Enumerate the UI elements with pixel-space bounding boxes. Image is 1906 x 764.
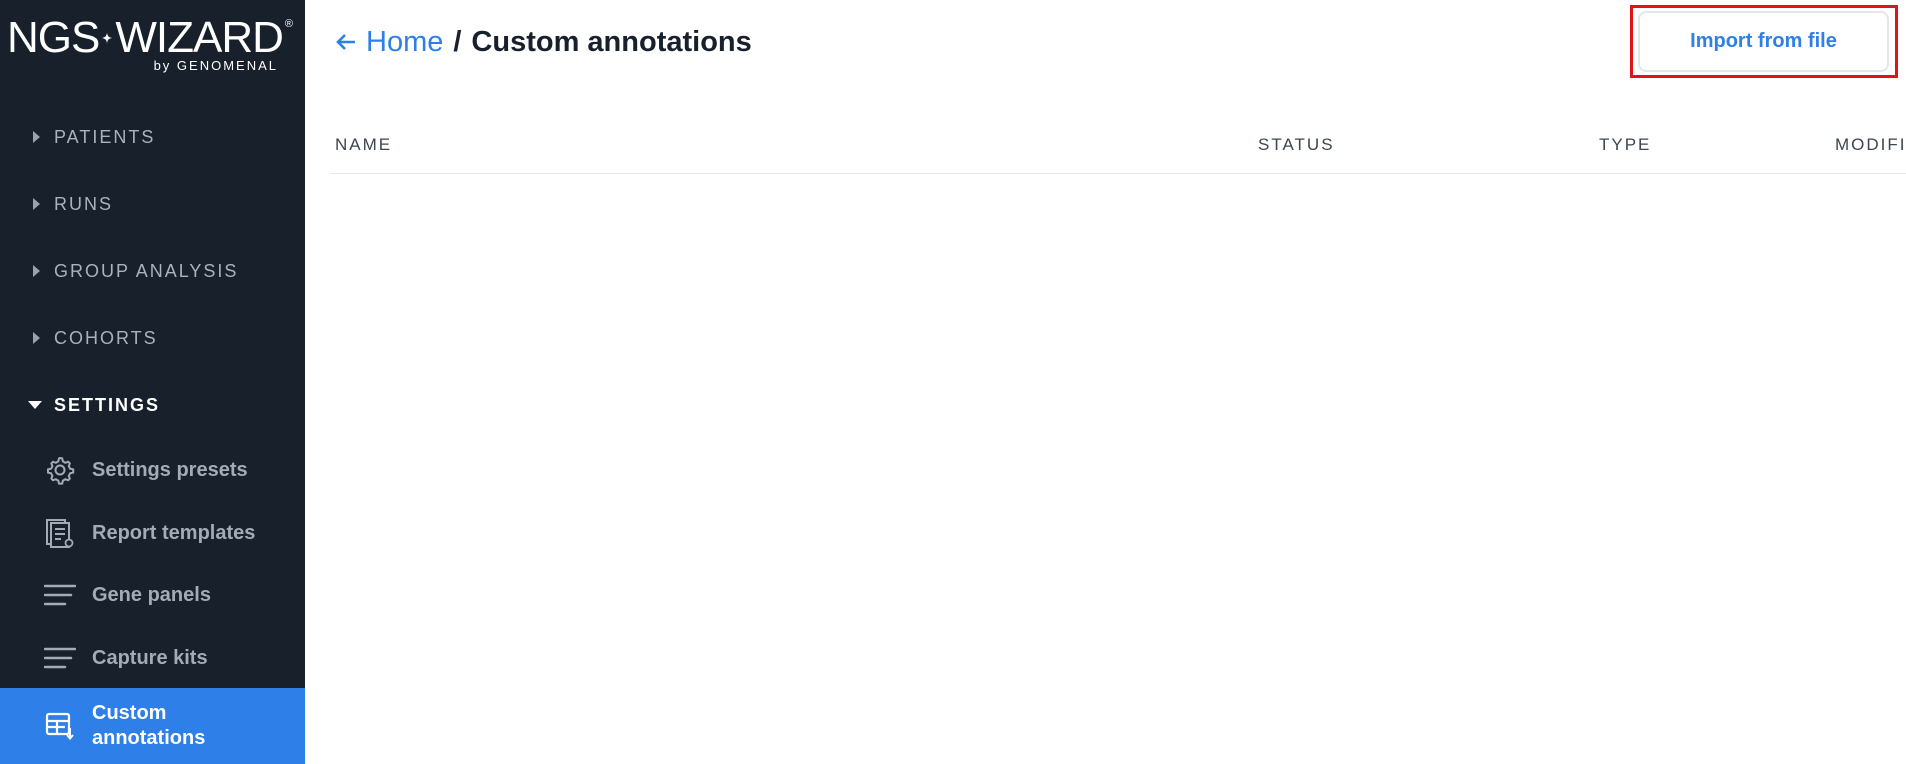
import-from-file-button[interactable]: Import from file [1638,11,1889,72]
nav-group-settings[interactable]: SETTINGS [0,385,305,425]
nav-group-patients[interactable]: PATIENTS [0,117,305,157]
caret-right-icon [33,198,40,210]
sidebar-item-label: Gene panels [92,583,211,606]
report-template-icon [44,517,76,549]
arrow-left-icon [336,34,355,50]
caret-right-icon [33,131,40,143]
sidebar-item-label: Capture kits [92,646,208,669]
main-content: Home / Custom annotations Import from fi… [305,0,1906,764]
sidebar-item-label: Report templates [92,521,256,544]
caret-right-icon [33,332,40,344]
table-header: NAME STATUS TYPE MODIFIED [330,130,1906,174]
sidebar: NGS WIZARD ® by GENOMENAL PATIENTS RUNS … [0,0,305,764]
sidebar-item-settings-presets[interactable]: Settings presets [0,444,305,496]
nav-group-cohorts[interactable]: COHORTS [0,318,305,358]
column-header-type[interactable]: TYPE [1599,135,1651,155]
column-header-modified[interactable]: MODIFIED [1835,135,1906,155]
registered-mark: ® [284,18,293,30]
breadcrumb: Home / Custom annotations [336,22,752,62]
nav-group-runs[interactable]: RUNS [0,184,305,224]
table-import-icon [44,710,76,742]
column-header-name[interactable]: NAME [335,135,392,155]
sidebar-item-report-templates[interactable]: Report templates [0,507,305,559]
nav-group-label: COHORTS [54,327,158,348]
sidebar-item-label: Settings presets [92,458,248,481]
page-title: Custom annotations [471,25,752,58]
breadcrumb-separator: / [453,25,462,58]
sidebar-item-capture-kits[interactable]: Capture kits [0,632,305,684]
lines-icon [44,579,76,611]
caret-down-icon [28,401,42,409]
logo-wordmark: NGS WIZARD ® [7,13,293,62]
back-link[interactable]: Home [336,26,443,59]
nav-group-label: SETTINGS [54,394,161,415]
logo-subtitle: by GENOMENAL [153,58,278,73]
lines-icon [44,642,76,674]
column-header-status[interactable]: STATUS [1258,135,1335,155]
logo-text-left: NGS [7,13,100,62]
nav-group-group-analysis[interactable]: GROUP ANALYSIS [0,251,305,291]
nav-group-label: RUNS [54,193,114,214]
logo[interactable]: NGS WIZARD ® by GENOMENAL [7,13,293,76]
breadcrumb-home: Home [366,25,444,58]
nav-group-label: GROUP ANALYSIS [54,260,239,281]
caret-right-icon [33,265,40,277]
sidebar-item-custom-annotations[interactable]: Custom annotations [0,688,305,764]
star-icon [102,32,113,44]
sidebar-item-label: Custom annotations [92,702,206,749]
logo-text-right: WIZARD [115,13,284,62]
nav-group-label: PATIENTS [54,126,156,147]
gear-icon [44,454,76,486]
sidebar-item-gene-panels[interactable]: Gene panels [0,569,305,621]
app-window: NGS WIZARD ® by GENOMENAL PATIENTS RUNS … [0,0,1906,764]
